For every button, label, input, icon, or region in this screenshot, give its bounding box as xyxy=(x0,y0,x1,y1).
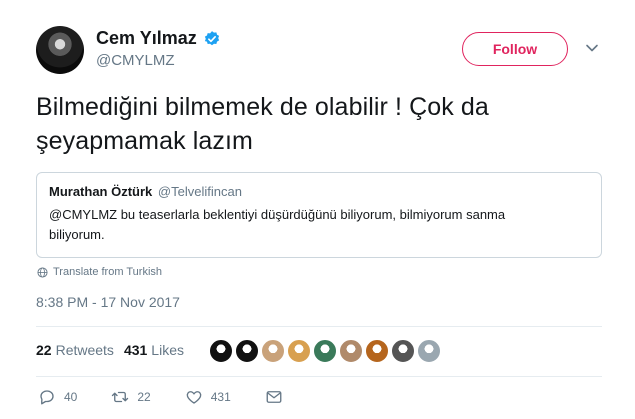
retweet-count: 22 xyxy=(137,390,151,404)
retweets-stat[interactable]: 22 Retweets xyxy=(36,342,114,358)
quoted-tweet-header: Murathan Öztürk @Telvelifincan xyxy=(49,183,589,201)
liker-avatar[interactable] xyxy=(365,339,389,363)
liker-avatar[interactable] xyxy=(313,339,337,363)
reply-icon xyxy=(40,390,54,405)
divider-bottom xyxy=(36,376,602,377)
author-name-row: Cem Yılmaz xyxy=(96,28,221,49)
envelope-icon xyxy=(266,391,282,403)
author-handle[interactable]: @CMYLMZ xyxy=(96,52,175,69)
retweet-button[interactable]: 22 xyxy=(111,388,151,406)
chevron-down-icon[interactable] xyxy=(584,40,600,56)
direct-message-button[interactable] xyxy=(265,388,283,406)
retweet-icon xyxy=(112,391,129,403)
reply-count: 40 xyxy=(64,390,78,404)
liker-avatar[interactable] xyxy=(209,339,233,363)
liker-avatar[interactable] xyxy=(287,339,311,363)
heart-icon xyxy=(186,391,202,404)
quoted-author-name: Murathan Öztürk xyxy=(49,184,153,199)
quoted-author-handle: @Telvelifincan xyxy=(157,184,242,199)
globe-icon xyxy=(37,266,48,278)
quoted-tweet[interactable]: Murathan Öztürk @Telvelifincan @CMYLMZ b… xyxy=(36,172,602,258)
likes-label: Likes xyxy=(151,342,184,358)
tweet-timestamp[interactable]: 8:38 PM - 17 Nov 2017 xyxy=(36,294,180,310)
likes-count: 431 xyxy=(123,342,148,358)
reply-button[interactable]: 40 xyxy=(38,388,77,406)
translate-link[interactable]: Translate from Turkish xyxy=(37,266,162,278)
author-avatar[interactable] xyxy=(36,26,84,74)
like-count: 431 xyxy=(210,390,231,404)
tweet-text: Bilmediğini bilmemek de olabilir ! Çok d… xyxy=(36,93,489,155)
tweet-stats: 22 Retweets 431 Likes xyxy=(36,342,194,358)
liker-avatar[interactable] xyxy=(417,339,441,363)
translate-label[interactable]: Translate from Turkish xyxy=(53,266,162,278)
retweets-label: Retweets xyxy=(55,342,114,358)
quoted-tweet-text: @CMYLMZ bu teaserlarla beklentiyi düşürd… xyxy=(49,207,506,242)
likes-stat[interactable]: 431 Likes xyxy=(124,342,184,358)
liker-avatars xyxy=(209,339,441,363)
verified-badge-icon xyxy=(204,30,219,45)
author-display-name[interactable]: Cem Yılmaz xyxy=(96,28,197,49)
divider-top xyxy=(36,326,602,327)
tweet-actions: 40 22 431 xyxy=(38,388,317,406)
liker-avatar[interactable] xyxy=(391,339,415,363)
liker-avatar[interactable] xyxy=(339,339,363,363)
liker-avatar[interactable] xyxy=(261,339,285,363)
liker-avatar[interactable] xyxy=(235,339,259,363)
like-button[interactable]: 431 xyxy=(185,388,231,406)
follow-button[interactable]: Follow xyxy=(462,32,568,66)
retweets-count: 22 xyxy=(36,342,52,358)
